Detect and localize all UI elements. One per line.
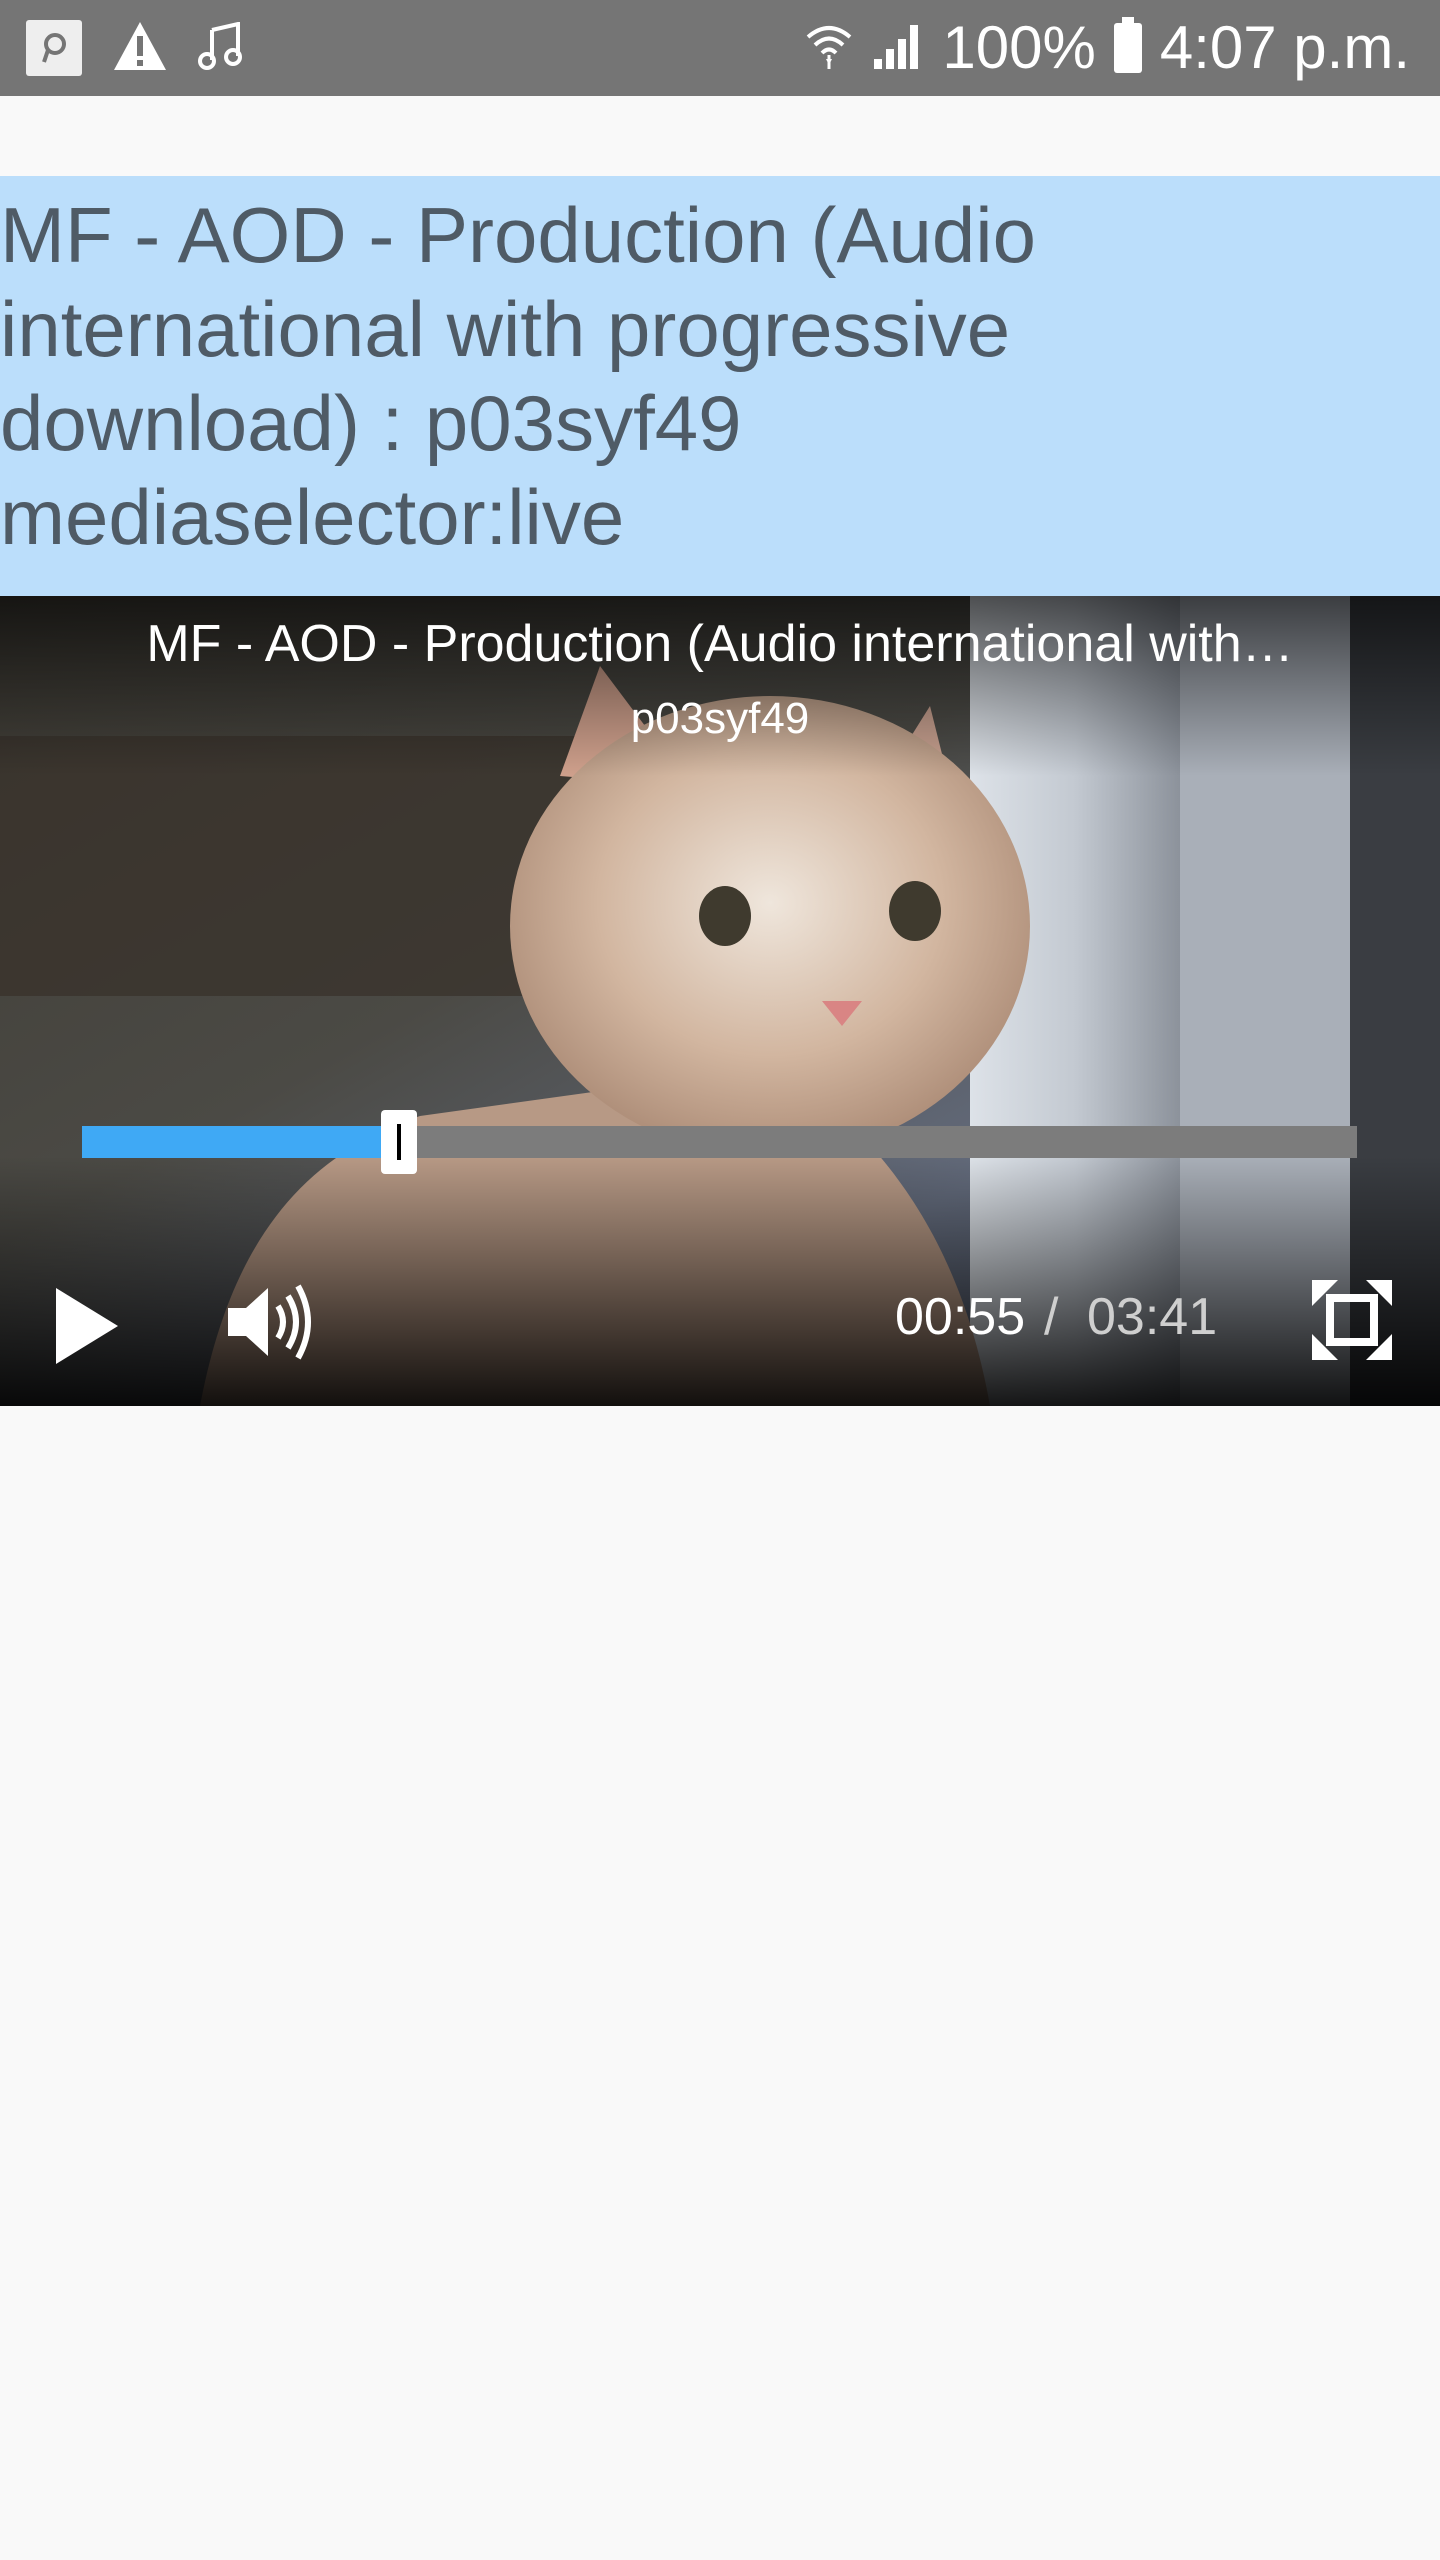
time-separator: /	[1044, 1288, 1059, 1346]
progress-bar[interactable]	[82, 1110, 1357, 1174]
p-icon	[26, 20, 82, 76]
play-button[interactable]	[40, 1276, 140, 1376]
status-time: 4:07 p.m.	[1159, 14, 1410, 81]
wifi-icon	[804, 21, 854, 76]
signal-icon	[872, 21, 924, 76]
progress-handle[interactable]	[381, 1110, 418, 1174]
music-icon	[198, 20, 242, 75]
play-icon	[56, 1288, 118, 1364]
volume-button[interactable]	[220, 1272, 320, 1372]
warning-icon	[112, 20, 168, 77]
current-time: 00:55	[895, 1288, 1026, 1346]
status-bar-left	[26, 20, 242, 76]
status-bar: 100% 4:07 p.m.	[0, 0, 1440, 96]
status-bar-right: 100% 4:07 p.m.	[804, 0, 1410, 96]
progress-fill	[82, 1126, 400, 1158]
page-title: MF - AOD - Production (Audio internation…	[0, 191, 1037, 561]
volume-icon	[228, 1284, 311, 1360]
player-subtitle: p03syf49	[630, 694, 810, 743]
battery-percent: 100%	[942, 14, 1096, 81]
media-player[interactable]: MF - AOD - Production (Audio internation…	[0, 596, 1440, 1406]
fullscreen-button[interactable]	[1308, 1276, 1396, 1364]
total-time: 03:41	[1087, 1288, 1218, 1346]
battery-icon	[1113, 17, 1142, 73]
title-band: MF - AOD - Production (Audio internation…	[0, 176, 1440, 596]
fullscreen-icon	[1312, 1280, 1392, 1360]
player-title: MF - AOD - Production (Audio internation…	[146, 615, 1294, 673]
